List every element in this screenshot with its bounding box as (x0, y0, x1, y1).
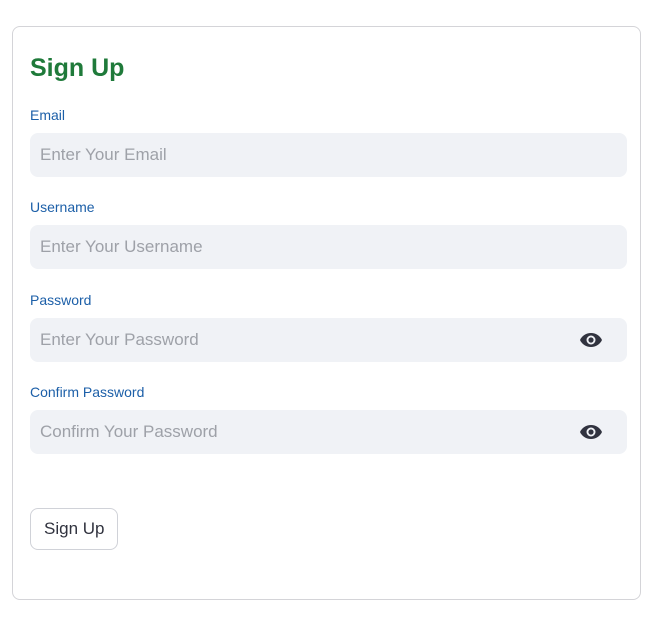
email-field-container (30, 133, 627, 177)
password-visibility-toggle[interactable] (579, 330, 603, 350)
eye-icon (580, 425, 602, 439)
signup-form-card: Sign Up Email Username Password Confirm … (12, 26, 641, 600)
password-input[interactable] (30, 318, 627, 362)
username-label: Username (30, 199, 95, 215)
username-input[interactable] (30, 225, 627, 269)
confirm-password-field-container (30, 410, 627, 454)
confirm-password-input[interactable] (30, 410, 627, 454)
username-field-container (30, 225, 627, 269)
form-title: Sign Up (30, 54, 125, 82)
eye-icon (580, 333, 602, 347)
confirm-password-label: Confirm Password (30, 384, 145, 400)
email-label: Email (30, 107, 66, 123)
password-field-container (30, 318, 627, 362)
sign-up-button[interactable]: Sign Up (30, 508, 119, 550)
confirm-password-visibility-toggle[interactable] (579, 422, 603, 442)
password-label: Password (30, 292, 92, 308)
email-input[interactable] (30, 133, 627, 177)
